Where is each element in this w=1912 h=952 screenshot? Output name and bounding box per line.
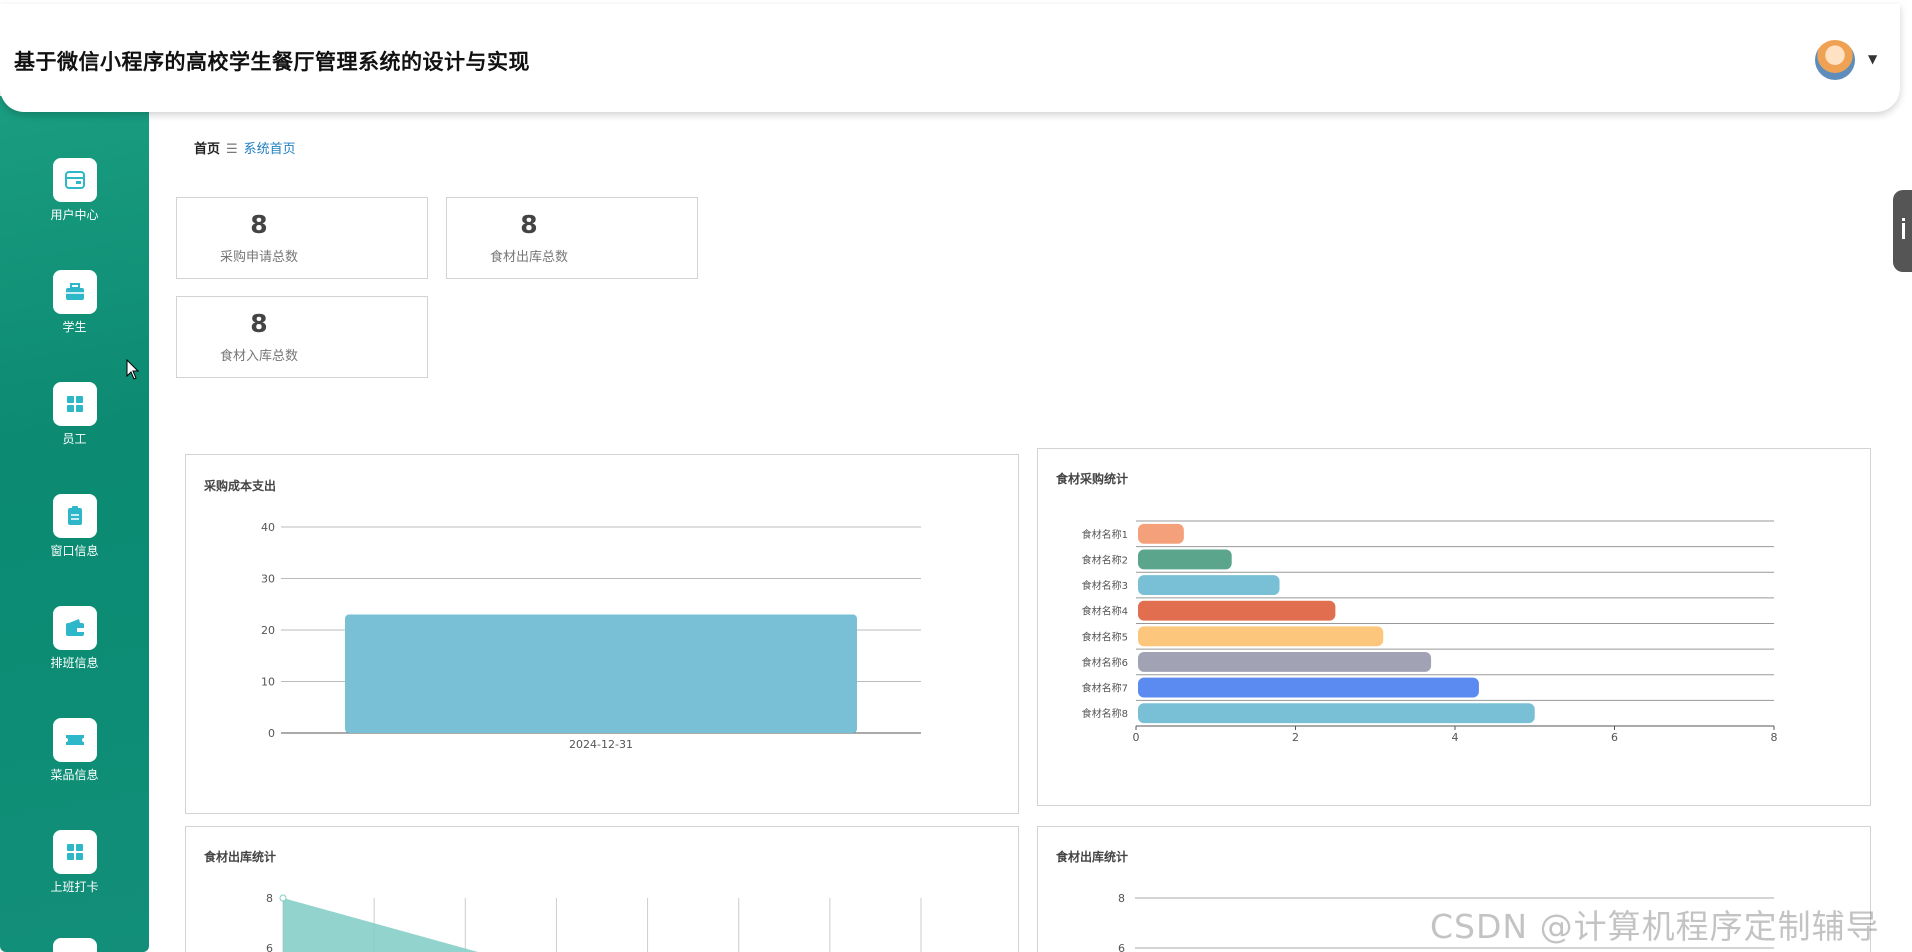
breadcrumb-separator-icon: ☰: [226, 142, 238, 157]
y-tick-label: 40: [261, 521, 275, 534]
y-tick-label: 10: [261, 676, 275, 689]
y-tick-label: 6: [1118, 942, 1125, 952]
sidebar-item-user-center[interactable]: 用户中心: [0, 158, 149, 223]
sidebar-item-more[interactable]: [0, 938, 149, 952]
grid-icon: [52, 830, 97, 874]
bar: [1138, 651, 1432, 672]
y-tick-label: 6: [266, 942, 273, 952]
sidebar-item-label: 学生: [62, 320, 87, 334]
sidebar-item-clock-in[interactable]: 上班打卡: [0, 830, 149, 895]
stat-label: 食材入库总数: [219, 349, 298, 364]
bar: [1138, 523, 1184, 544]
briefcase-icon: [52, 270, 97, 314]
bar: [1138, 575, 1280, 596]
sidebar-item-label: 员工: [62, 432, 87, 446]
stat-value: 8: [250, 309, 268, 338]
stat-label: 食材出库总数: [489, 250, 568, 265]
ticket-icon: [52, 718, 97, 762]
y-tick-label: 食材名称2: [1082, 553, 1128, 566]
sidebar-item-window-info[interactable]: 窗口信息: [0, 494, 149, 559]
y-tick-label: 食材名称5: [1082, 630, 1128, 643]
y-tick-label: 食材名称7: [1082, 682, 1128, 695]
breadcrumb-home[interactable]: 首页: [194, 142, 220, 157]
area-series: [283, 898, 478, 952]
sidebar-item-label: 上班打卡: [50, 880, 99, 894]
sidebar-item-label: 菜品信息: [50, 768, 99, 782]
stat-value: 8: [250, 210, 268, 239]
app-title: 基于微信小程序的高校学生餐厅管理系统的设计与实现: [14, 50, 530, 74]
y-tick-label: 食材名称1: [1082, 528, 1128, 541]
x-tick-label: 2024-12-31: [569, 738, 633, 751]
y-tick-label: 30: [261, 573, 275, 586]
clipboard-icon: [52, 494, 97, 538]
top-header: 基于微信小程序的高校学生餐厅管理系统的设计与实现 ▼: [0, 4, 1900, 112]
x-tick-label: 6: [1611, 731, 1618, 744]
y-tick-label: 20: [261, 624, 275, 637]
cost-chart: 0 10 20 30 40 2024-12-31: [261, 521, 921, 751]
sidebar-item-student[interactable]: 学生: [0, 270, 149, 335]
bar: [345, 614, 857, 733]
sidebar-item-staff[interactable]: 员工: [0, 382, 149, 447]
y-tick-label: 食材名称3: [1082, 579, 1128, 592]
stat-value: 8: [520, 210, 538, 239]
sidebar-item-label: 排班信息: [50, 656, 99, 670]
y-tick-label: 8: [1118, 892, 1125, 905]
y-tick-label: 食材名称4: [1082, 605, 1128, 618]
y-tick-label: 食材名称6: [1082, 656, 1128, 669]
data-point: [279, 894, 287, 902]
stat-card-inbound: 8 食材入库总数: [176, 296, 428, 378]
breadcrumb: 首页 ☰ 系统首页: [194, 138, 296, 157]
chart-panel-outbound: 食材出库统计 86: [185, 826, 1019, 952]
purchase-chart: 0 2 4 6 8 食材名称1 食材名称2 食材名称3 食材名称4 食材名称5 食材名称6 食材名称7…: [1082, 520, 1778, 744]
grid-icon: [52, 382, 97, 426]
chart-panel-cost: 采购成本支出 0 10 20 30 40 2024-12-31: [185, 454, 1019, 814]
sidebar-item-label: 窗口信息: [50, 544, 99, 558]
sidebar: 用户中心 学生 员工 窗口信息 排班信息 菜品信息 上班打卡: [0, 96, 149, 952]
bar: [1138, 677, 1479, 698]
y-tick-label: 食材名称8: [1082, 707, 1128, 720]
wallet-icon: [52, 158, 97, 202]
x-tick-label: 8: [1771, 731, 1778, 744]
stat-label: 采购申请总数: [219, 250, 298, 265]
sidebar-item-schedule[interactable]: 排班信息: [0, 606, 149, 671]
bar: [1138, 626, 1384, 647]
outbound-chart: 86: [266, 892, 922, 952]
y-tick-label: 8: [266, 892, 273, 905]
stat-card-purchase-requests: 8 采购申请总数: [176, 197, 428, 279]
breadcrumb-current[interactable]: 系统首页: [244, 142, 296, 157]
bar: [1138, 600, 1336, 621]
bar: [1138, 549, 1232, 570]
x-tick-label: 0: [1133, 731, 1140, 744]
menu-icon: [52, 938, 97, 952]
chart-panel-purchase: 食材采购统计 0 2 4 6 8 食材名称1 食材名称2 食材名称3 食材名称4 食材名称5 食材名…: [1037, 448, 1871, 806]
chevron-down-icon[interactable]: ▼: [1868, 52, 1877, 66]
x-tick-label: 2: [1292, 731, 1299, 744]
info-tab[interactable]: [1893, 190, 1912, 272]
bar: [1138, 703, 1535, 724]
sidebar-item-label: 用户中心: [50, 208, 99, 222]
user-avatar[interactable]: [1815, 40, 1855, 80]
wallet-icon: [52, 606, 97, 650]
watermark: CSDN @计算机程序定制辅导: [1430, 907, 1880, 946]
x-tick-label: 4: [1452, 731, 1459, 744]
mouse-cursor-icon: [126, 359, 140, 380]
stat-card-outbound: 8 食材出库总数: [446, 197, 698, 279]
y-tick-label: 0: [268, 727, 275, 740]
sidebar-item-dish-info[interactable]: 菜品信息: [0, 718, 149, 783]
